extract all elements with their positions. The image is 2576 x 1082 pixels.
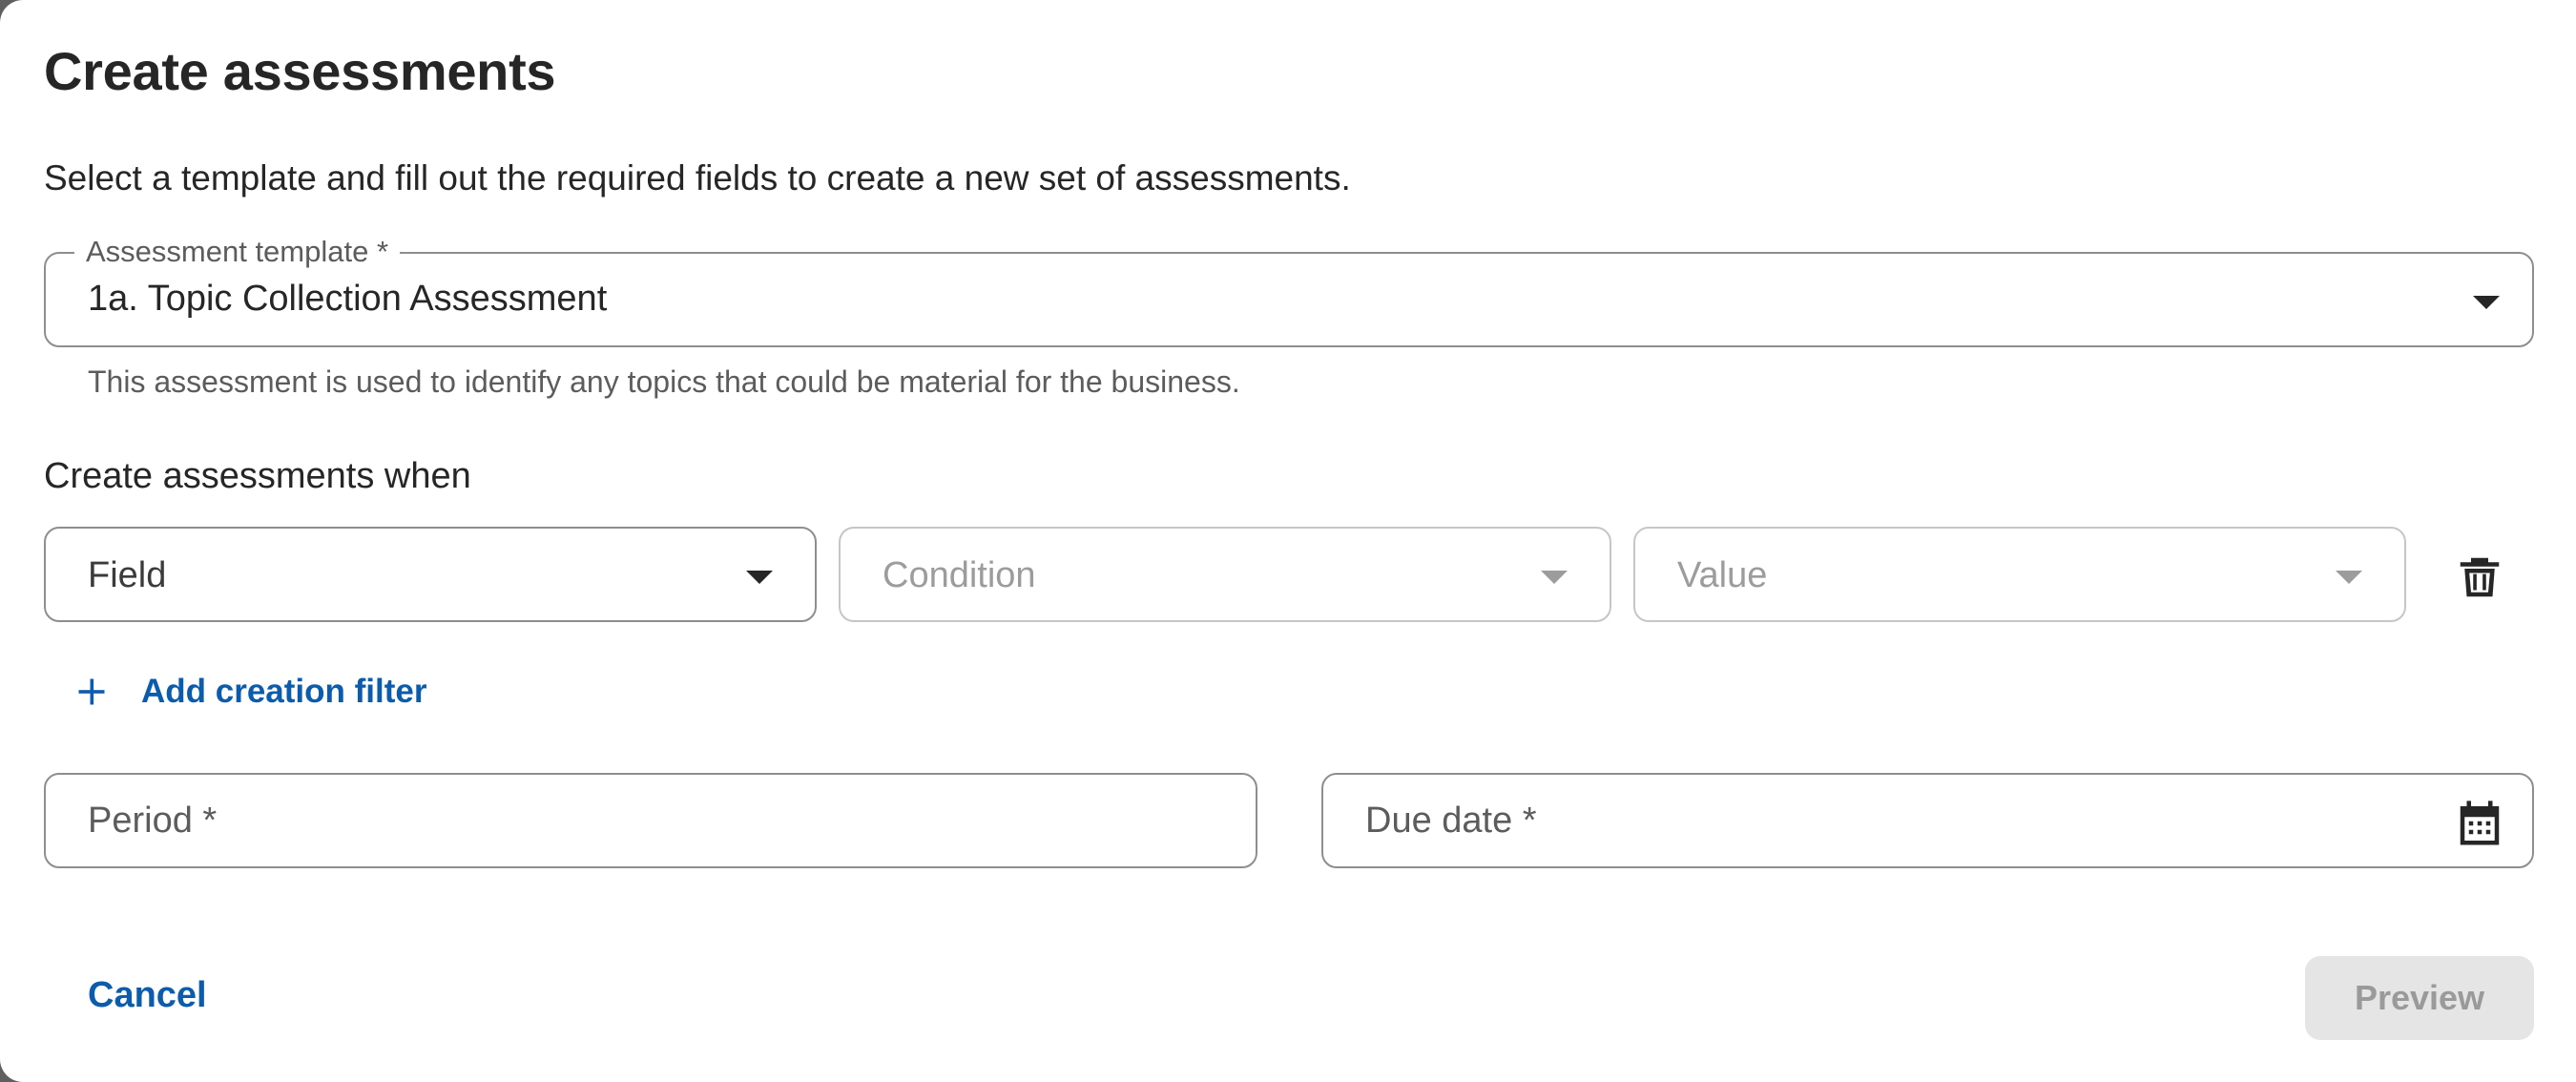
assessment-template-value: 1a. Topic Collection Assessment [88, 279, 608, 319]
chevron-down-icon [2336, 571, 2362, 584]
preview-button[interactable]: Preview [2305, 956, 2534, 1040]
due-date-field[interactable] [1321, 773, 2534, 868]
calendar-icon[interactable] [2454, 798, 2505, 849]
add-creation-filter-button[interactable]: Add creation filter [74, 668, 426, 716]
period-field[interactable] [44, 773, 1257, 868]
assessment-template-helper: This assessment is used to identify any … [88, 364, 1240, 399]
chevron-down-icon [2473, 296, 2500, 309]
creation-filters-label: Create assessments when [44, 456, 471, 496]
period-input[interactable] [46, 775, 1256, 866]
filter-condition-placeholder: Condition [883, 555, 1036, 595]
cancel-button[interactable]: Cancel [88, 975, 207, 1016]
filter-value-select[interactable]: Value [1633, 527, 2406, 622]
dialog-subtitle: Select a template and fill out the requi… [44, 158, 1351, 198]
create-assessments-dialog: Create assessments Select a template and… [0, 0, 2576, 1082]
filter-value-placeholder: Value [1677, 555, 1768, 595]
chevron-down-icon [1541, 571, 1568, 584]
add-creation-filter-label: Add creation filter [141, 673, 427, 710]
trash-icon[interactable] [2454, 551, 2505, 603]
due-date-input[interactable] [1323, 775, 2532, 866]
plus-icon [78, 678, 105, 705]
assessment-template-select[interactable]: Assessment template * 1a. Topic Collecti… [44, 235, 2534, 347]
filter-field-placeholder: Field [88, 555, 167, 595]
assessment-template-label: Assessment template * [74, 235, 401, 269]
filter-condition-select[interactable]: Condition [839, 527, 1611, 622]
chevron-down-icon [746, 571, 773, 584]
filter-field-select[interactable]: Field [44, 527, 817, 622]
dialog-title: Create assessments [44, 41, 556, 101]
